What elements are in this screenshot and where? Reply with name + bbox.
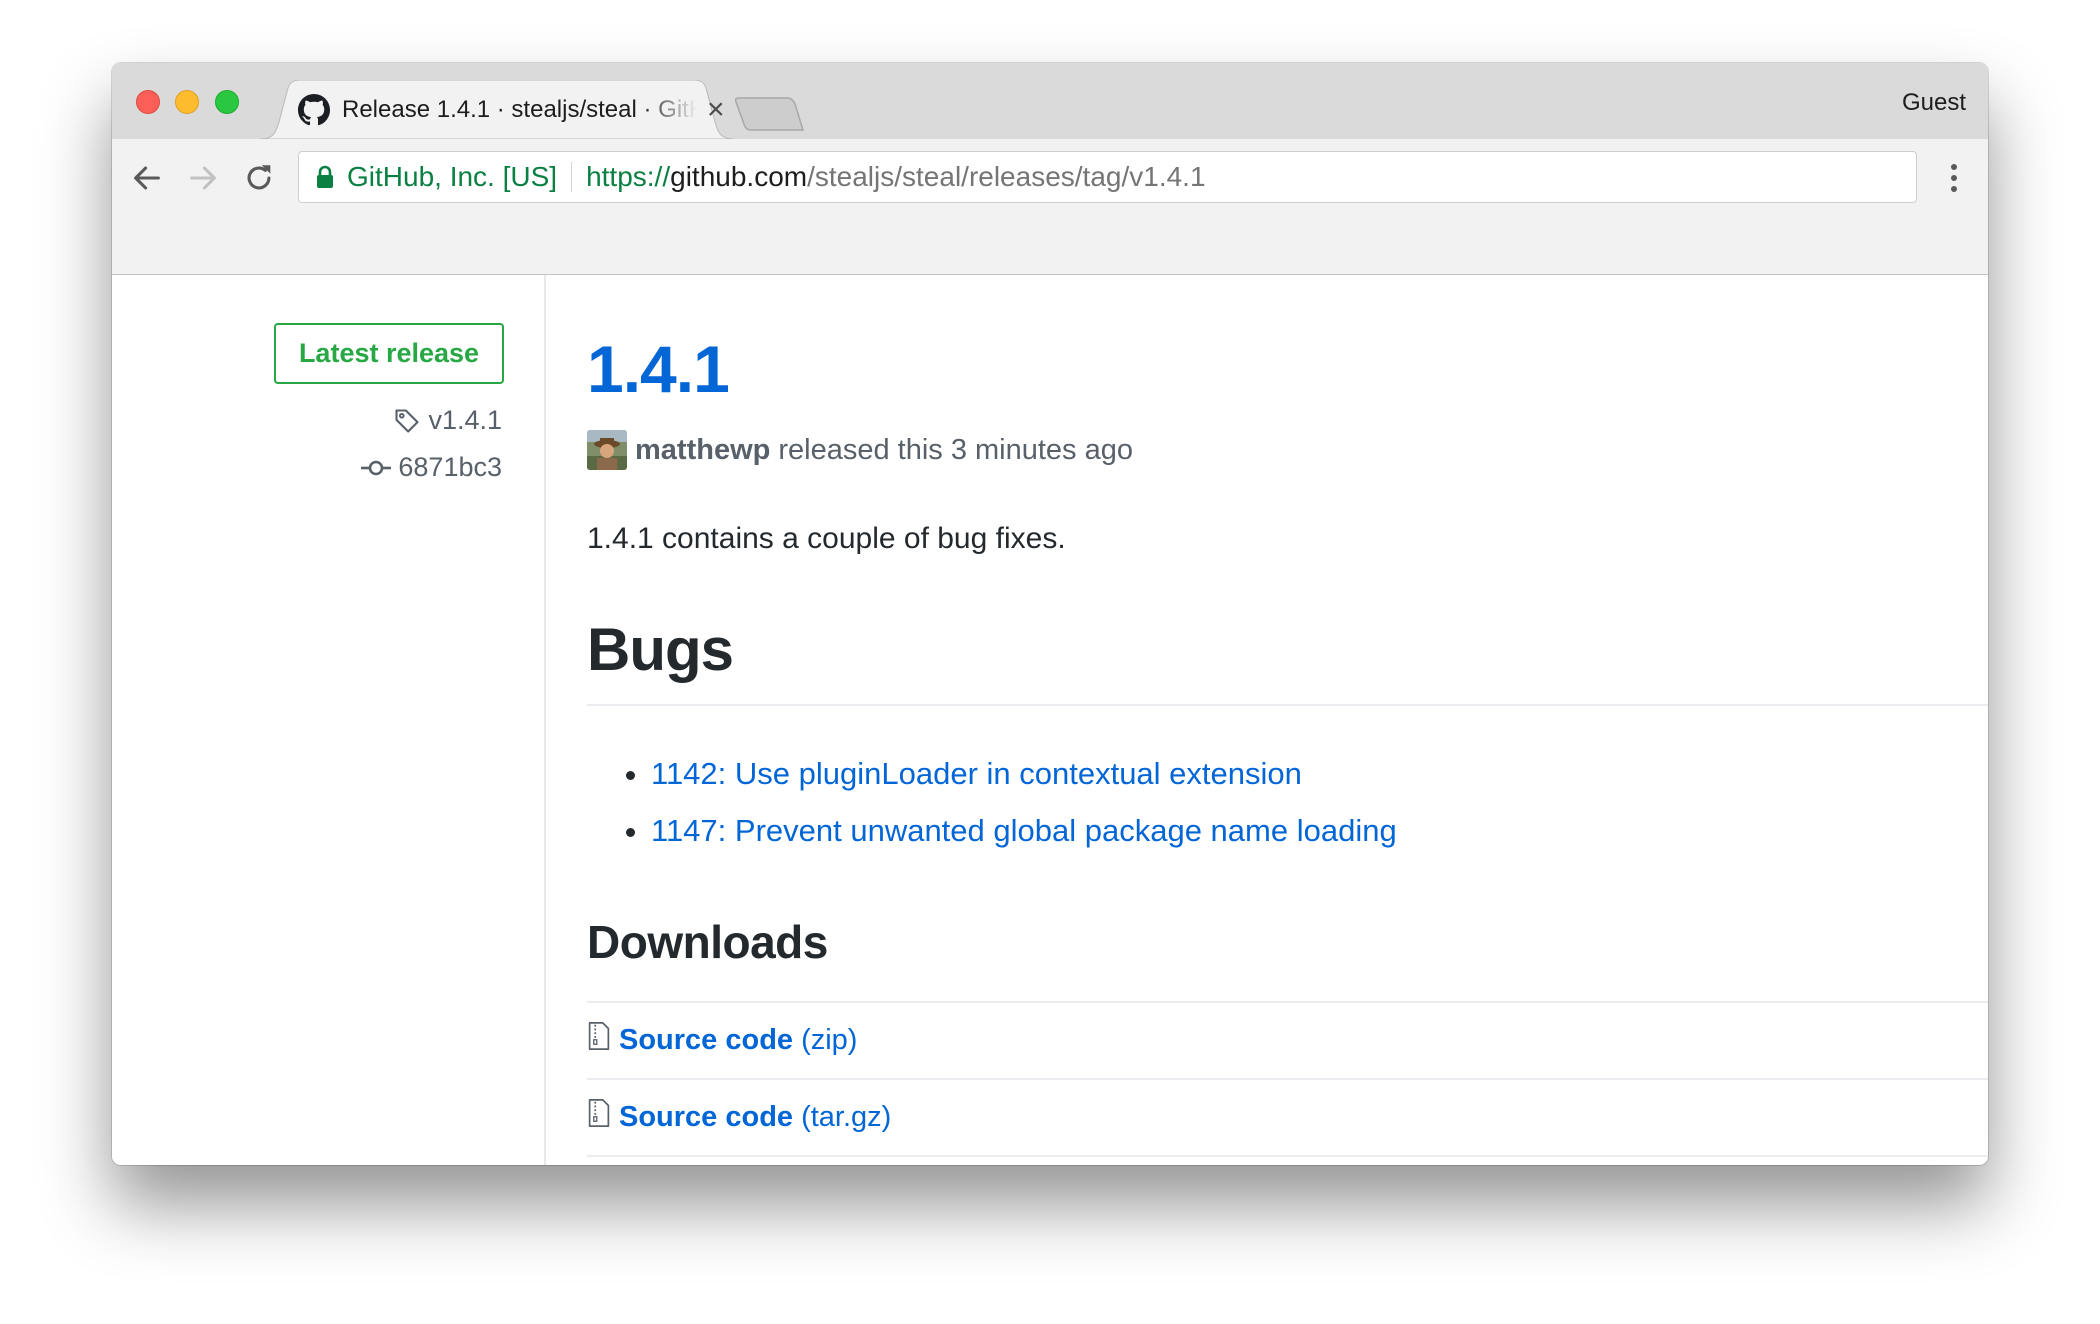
address-bar[interactable]: GitHub, Inc. [US] https:// github.com /s… <box>298 151 1917 203</box>
bugs-heading: Bugs <box>587 615 1988 706</box>
file-zip-icon <box>588 1098 610 1127</box>
close-tab-button[interactable]: × <box>707 94 725 125</box>
forward-button[interactable] <box>186 161 220 195</box>
download-label[interactable]: Source code <box>619 1024 793 1057</box>
release-commit[interactable]: 6871bc3 <box>361 452 502 483</box>
download-format[interactable]: (tar.gz) <box>801 1101 891 1134</box>
bug-list: 1142: Use pluginLoader in contextual ext… <box>615 745 1397 859</box>
tab-strip: Release 1.4.1 · stealjs/steal · GitHub ×… <box>112 63 1988 139</box>
menu-dots-icon[interactable] <box>1950 163 1958 193</box>
back-button[interactable] <box>130 161 164 195</box>
download-format[interactable]: (zip) <box>801 1024 857 1057</box>
site-identity[interactable]: GitHub, Inc. [US] <box>347 161 557 193</box>
release-tag[interactable]: v1.4.1 <box>393 405 502 436</box>
profile-label[interactable]: Guest <box>1902 89 1966 117</box>
url-scheme: https:// <box>586 161 671 192</box>
reload-button[interactable] <box>242 161 276 195</box>
file-zip-icon <box>588 1021 610 1050</box>
release-byline: matthewp released this 3 minutes ago <box>587 430 1133 470</box>
browser-toolbar: GitHub, Inc. [US] https:// github.com /s… <box>112 139 1988 275</box>
download-label[interactable]: Source code <box>619 1101 793 1134</box>
download-zip[interactable]: Source code (zip) <box>587 1003 1988 1080</box>
release-sidebar: Latest release v1.4.1 6871bc3 <box>112 275 546 1165</box>
release-intro: 1.4.1 contains a couple of bug fixes. <box>587 522 1066 555</box>
bug-link[interactable]: 1142: Use pluginLoader in contextual ext… <box>651 745 1397 802</box>
new-tab-button[interactable] <box>733 96 805 132</box>
lock-icon <box>317 165 333 188</box>
github-octocat-icon <box>298 93 330 125</box>
release-title[interactable]: 1.4.1 <box>587 331 730 407</box>
tab-title: Release 1.4.1 · stealjs/steal · GitHub <box>342 95 697 123</box>
url-path: /stealjs/steal/releases/tag/v1.4.1 <box>807 161 1206 192</box>
avatar[interactable] <box>587 430 627 470</box>
url-host: github.com <box>670 161 808 192</box>
released-text: released this 3 minutes ago <box>778 433 1133 466</box>
page-content: Latest release v1.4.1 6871bc3 1.4.1 matt… <box>112 275 1988 1165</box>
download-tar-gz[interactable]: Source code (tar.gz) <box>587 1080 1988 1157</box>
browser-window: Release 1.4.1 · stealjs/steal · GitHub ×… <box>112 63 1988 1165</box>
commit-sha: 6871bc3 <box>398 452 502 482</box>
release-body: 1.4.1 matthewp released this 3 minutes a… <box>587 275 1988 1165</box>
downloads-list: Source code (zip) Source code (tar.gz) <box>587 1001 1988 1157</box>
author-name[interactable]: matthewp <box>635 434 770 467</box>
minimize-window-button[interactable] <box>175 90 199 114</box>
address-separator <box>571 162 573 192</box>
latest-release-badge: Latest release <box>274 323 504 384</box>
zoom-window-button[interactable] <box>215 90 239 114</box>
tag-label: v1.4.1 <box>428 405 502 435</box>
close-window-button[interactable] <box>136 90 160 114</box>
git-commit-icon <box>361 460 392 475</box>
downloads-heading: Downloads <box>587 916 828 968</box>
tag-icon <box>395 408 419 433</box>
bug-link[interactable]: 1147: Prevent unwanted global package na… <box>651 802 1397 859</box>
